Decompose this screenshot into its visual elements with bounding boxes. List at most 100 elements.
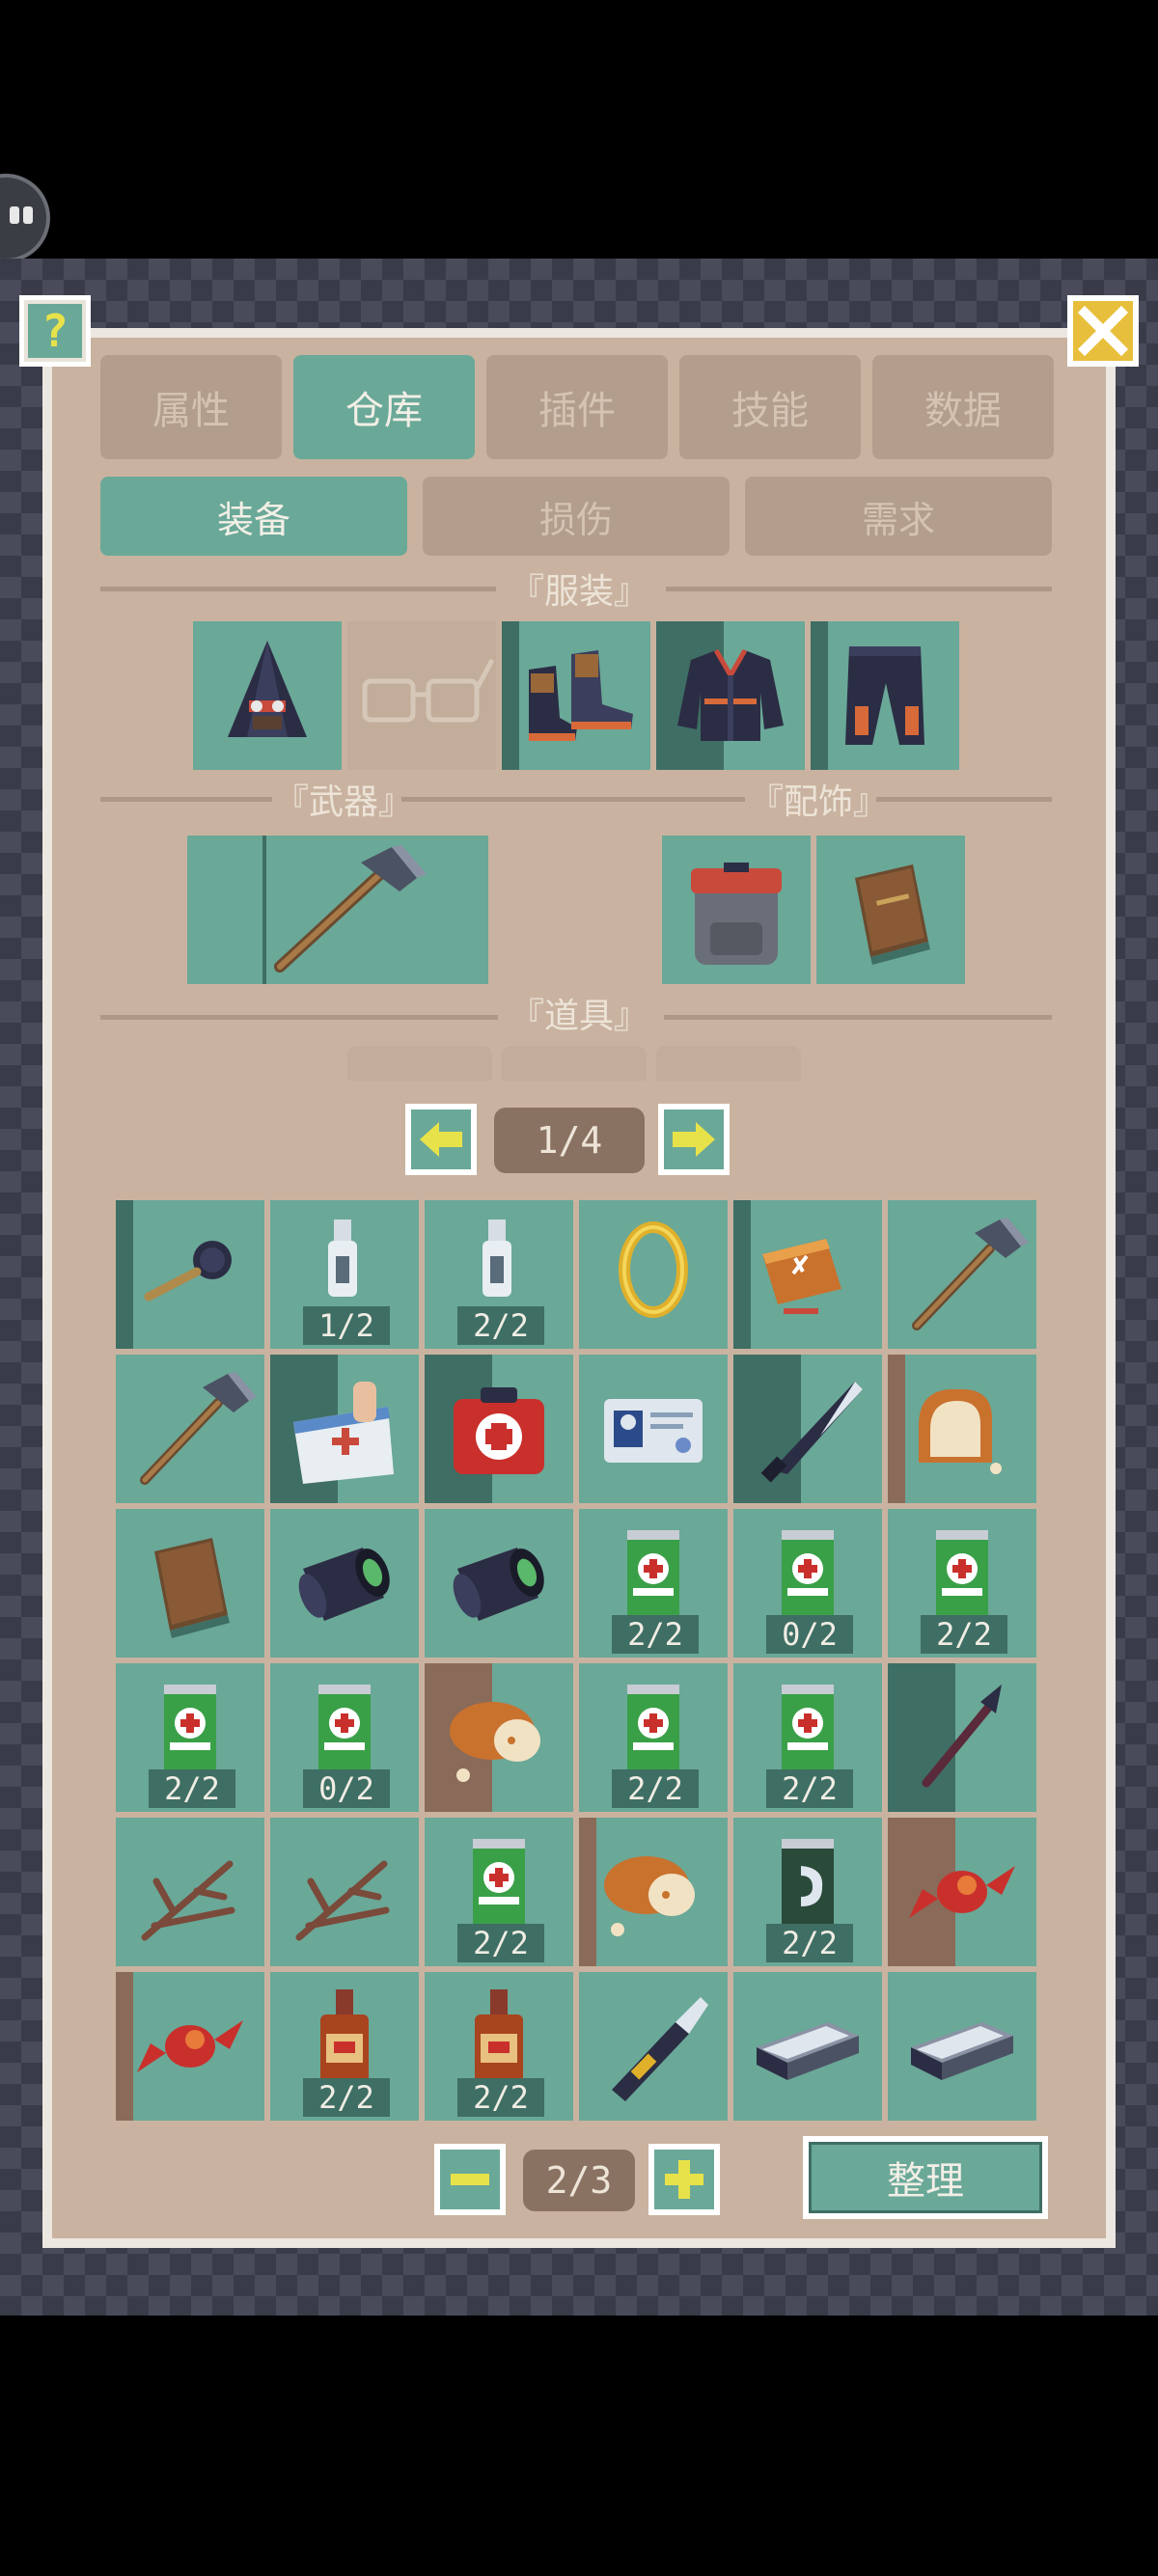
inventory-slot[interactable]	[888, 1972, 1036, 2121]
divider	[100, 1015, 498, 1020]
section-title-items: 『道具』	[509, 997, 648, 1036]
pants-icon	[845, 646, 924, 745]
weapon-slot[interactable]	[187, 836, 488, 984]
inventory-slot[interactable]: 2/2	[425, 1972, 573, 2121]
ring-icon	[619, 1221, 688, 1318]
inventory-slot[interactable]: 2/2	[116, 1663, 264, 1812]
item-count: 0/2	[303, 1769, 390, 1808]
twigs-icon	[141, 1860, 235, 1941]
item-slot-placeholder	[656, 1046, 801, 1081]
inventory-slot[interactable]	[270, 1818, 419, 1966]
meat-icon	[604, 1856, 695, 1936]
plus-icon	[654, 2150, 714, 2209]
item-slot-placeholder	[502, 1046, 647, 1081]
inventory-slot[interactable]	[579, 1355, 728, 1503]
page-indicator: 1/4	[494, 1108, 645, 1173]
hammer-icon	[274, 845, 427, 973]
accessory-slot-extra[interactable]	[816, 836, 965, 984]
inventory-slot[interactable]: 2/2	[888, 1509, 1036, 1658]
matchbox-icon	[762, 1239, 841, 1314]
clothing-slot-torso[interactable]	[656, 621, 805, 770]
inventory-slot[interactable]	[116, 1355, 264, 1503]
subtab-equipment[interactable]: 装备	[100, 477, 407, 556]
inventory-slot[interactable]	[579, 1818, 728, 1966]
inventory-slot[interactable]: 0/2	[733, 1509, 882, 1658]
close-button[interactable]	[1067, 295, 1139, 367]
inventory-slot[interactable]: 2/2	[270, 1972, 419, 2121]
glasses-icon	[362, 658, 495, 723]
subtab-needs[interactable]: 需求	[745, 477, 1052, 556]
lens-icon	[298, 1548, 390, 1621]
tab-attributes[interactable]: 属性	[100, 355, 282, 459]
clothing-slot-legs[interactable]	[811, 621, 959, 770]
divider	[100, 797, 272, 802]
inventory-slot[interactable]	[888, 1200, 1036, 1349]
inventory-slot[interactable]	[116, 1972, 264, 2121]
inventory-slot[interactable]: 2/2	[425, 1818, 573, 1966]
tab-skills[interactable]: 技能	[679, 355, 861, 459]
item-count: 2/2	[921, 1615, 1007, 1654]
book-icon	[154, 1538, 230, 1638]
inventory-slot[interactable]	[733, 1972, 882, 2121]
inventory-slot[interactable]: 2/2	[579, 1509, 728, 1658]
sort-button-label: 整理	[809, 2142, 1042, 2213]
minus-icon	[440, 2150, 500, 2209]
inventory-slot[interactable]	[116, 1200, 264, 1349]
inventory-slot[interactable]	[888, 1663, 1036, 1812]
book-icon	[855, 864, 930, 965]
inventory-slot[interactable]	[888, 1355, 1036, 1503]
item-count: 2/2	[612, 1615, 699, 1654]
item-count: 2/2	[766, 1924, 853, 1962]
inventory-slot[interactable]	[425, 1355, 573, 1503]
inventory-slot[interactable]: 2/2	[733, 1818, 882, 1966]
metal-bar-icon	[911, 2022, 1013, 2080]
page-prev-button[interactable]	[405, 1104, 477, 1175]
question-icon: ?	[28, 304, 82, 358]
sort-button[interactable]: 整理	[803, 2136, 1048, 2219]
meat-icon	[450, 1702, 540, 1782]
inventory-slot[interactable]: 2/2	[733, 1663, 882, 1812]
inventory-slot[interactable]	[270, 1509, 419, 1658]
inventory-slot[interactable]	[425, 1509, 573, 1658]
page-next-button[interactable]	[658, 1104, 730, 1175]
item-count: 2/2	[457, 1924, 544, 1962]
candy-icon	[137, 2020, 243, 2072]
inventory-slot[interactable]: 2/2	[579, 1663, 728, 1812]
metal-bar-icon	[757, 2022, 859, 2080]
clothing-slot-feet[interactable]	[502, 621, 650, 770]
inventory-slot[interactable]	[270, 1355, 419, 1503]
machete-icon	[760, 1382, 863, 1483]
utility-knife-icon	[612, 1997, 708, 2101]
section-title-clothing: 『服装』	[509, 572, 648, 612]
hammer-icon	[912, 1218, 1029, 1330]
plus-button[interactable]	[648, 2144, 720, 2215]
clothing-slot-head[interactable]	[193, 621, 342, 770]
inventory-slot[interactable]	[888, 1818, 1036, 1966]
inventory-slot[interactable]: 1/2	[270, 1200, 419, 1349]
inventory-slot[interactable]: 2/2	[425, 1200, 573, 1349]
tab-plugins[interactable]: 插件	[486, 355, 668, 459]
first-aid-kit-icon	[454, 1387, 544, 1474]
section-title-weapons: 『武器』	[274, 782, 414, 822]
subtab-injury[interactable]: 损伤	[423, 477, 730, 556]
tab-warehouse[interactable]: 仓库	[293, 355, 475, 459]
tab-data[interactable]: 数据	[872, 355, 1054, 459]
inventory-slot[interactable]	[733, 1355, 882, 1503]
spear-tip-icon	[922, 1685, 1002, 1788]
inventory-slot[interactable]	[116, 1818, 264, 1966]
inventory-slot[interactable]	[579, 1200, 728, 1349]
inventory-slot[interactable]: 0/2	[270, 1663, 419, 1812]
minus-button[interactable]	[434, 2144, 506, 2215]
help-button[interactable]: ?	[19, 295, 91, 367]
item-slot-placeholder	[347, 1046, 492, 1081]
divider	[666, 587, 1052, 591]
inventory-slot[interactable]	[116, 1509, 264, 1658]
item-count: 0/2	[766, 1615, 853, 1654]
inventory-slot[interactable]	[733, 1200, 882, 1349]
item-count: 2/2	[149, 1769, 235, 1808]
inventory-slot[interactable]	[425, 1663, 573, 1812]
clothing-slot-eyes[interactable]	[347, 621, 496, 770]
twigs-icon	[295, 1860, 390, 1941]
accessory-slot-back[interactable]	[662, 836, 811, 984]
inventory-slot[interactable]	[579, 1972, 728, 2121]
